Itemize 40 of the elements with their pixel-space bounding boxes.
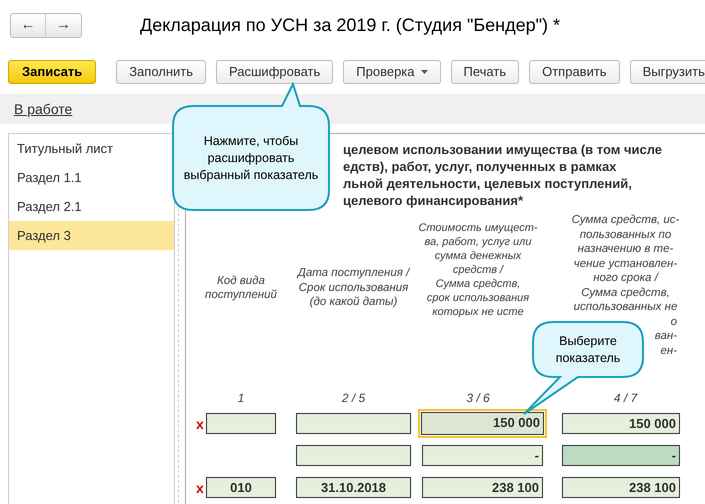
back-button[interactable]: ← bbox=[11, 14, 46, 36]
callout-text: Выберите показатель bbox=[556, 332, 620, 366]
input-field[interactable]: 150 000 bbox=[562, 413, 680, 434]
input-field[interactable]: 238 100 bbox=[562, 477, 680, 498]
toolbar-button[interactable]: Записать bbox=[8, 60, 96, 84]
column-header: Дата поступления / Срок использования (до какой даты) bbox=[296, 266, 412, 310]
input-field[interactable]: - bbox=[422, 445, 543, 466]
input-field[interactable] bbox=[296, 413, 411, 434]
forward-button[interactable]: → bbox=[46, 14, 81, 36]
input-field[interactable]: 150 000 bbox=[418, 409, 547, 438]
toolbar-button[interactable]: Выгрузить bbox=[630, 60, 705, 84]
toolbar-button[interactable]: Печать bbox=[450, 60, 520, 84]
column-header-fragment: о ван- ен- bbox=[654, 314, 678, 358]
callout-text: Нажмите, чтобы расшифровать выбранный показатель bbox=[184, 132, 318, 184]
status-link[interactable]: В работе bbox=[14, 98, 72, 120]
sidebar-item[interactable]: Раздел 3 bbox=[9, 221, 174, 250]
column-header: Стоимость имущест- ва, работ, услуг или сумма денежных средств / Сумма средств, срок использования которых не исте bbox=[418, 221, 538, 319]
toolbar-button[interactable]: Расшифровать bbox=[216, 60, 334, 84]
sidebar-item[interactable]: Раздел 1.1 bbox=[9, 163, 174, 192]
toolbar-button[interactable]: Заполнить bbox=[116, 60, 206, 84]
required-mark: x bbox=[196, 479, 204, 498]
column-number: 4 / 7 bbox=[612, 390, 638, 405]
column-number: 1 bbox=[236, 390, 246, 405]
caret-icon bbox=[420, 70, 428, 74]
sidebar-item[interactable]: Раздел 2.1 bbox=[9, 192, 174, 221]
required-mark: x bbox=[196, 415, 204, 434]
column-header: Код вида поступлений bbox=[204, 274, 278, 302]
section-heading: целевом использовании имущества (в том числе едств), работ, услуг, полученных в рамках льной деятельности, целевых поступлений, целевого финансирования* bbox=[343, 141, 664, 209]
toolbar-button[interactable]: Отправить bbox=[529, 60, 620, 84]
input-field[interactable] bbox=[206, 413, 276, 434]
input-field[interactable]: 010 bbox=[206, 477, 276, 498]
column-number: 2 / 5 bbox=[340, 390, 366, 405]
window-title: Декларация по УСН за 2019 г. (Студия "Бендер") * bbox=[140, 14, 560, 37]
input-field[interactable]: 238 100 bbox=[422, 477, 543, 498]
column-number: 3 / 6 bbox=[465, 390, 491, 405]
input-field[interactable] bbox=[296, 445, 411, 466]
sidebar-item[interactable]: Титульный лист bbox=[9, 134, 174, 163]
input-field[interactable]: 31.10.2018 bbox=[296, 477, 411, 498]
toolbar-button[interactable]: Проверка bbox=[343, 60, 441, 84]
input-field[interactable]: - bbox=[562, 445, 680, 466]
